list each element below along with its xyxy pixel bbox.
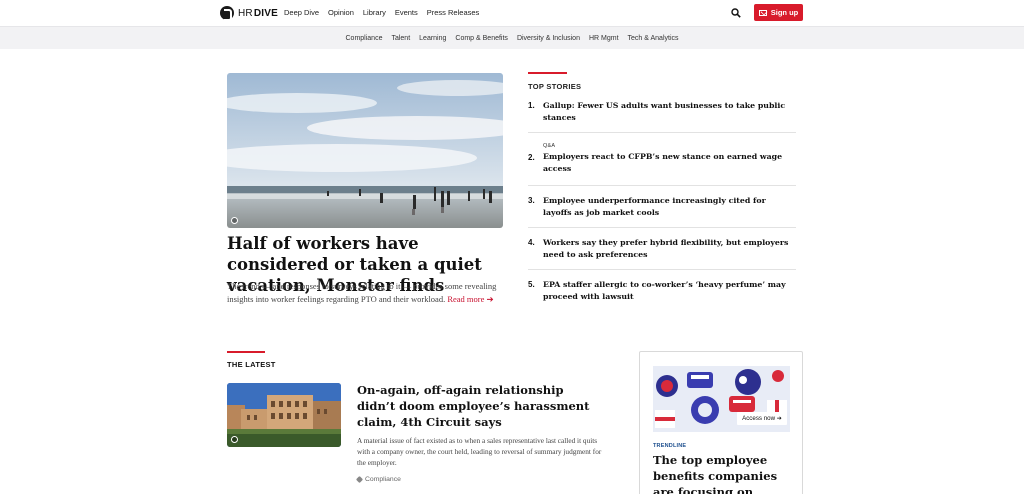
nav-library[interactable]: Library [363,8,386,17]
top-story-2[interactable]: Q&A 2. Employers react to CFPB’s new sta… [528,133,796,186]
top-story-title[interactable]: Workers say they prefer hybrid flexibili… [543,237,796,261]
top-story-number: 1. [528,101,535,110]
trendline-card[interactable]: Access now ➔ TRENDLINE The top employee … [639,351,803,494]
top-story-title[interactable]: EPA staffer allergic to co-worker’s ‘hea… [543,279,796,303]
signup-label: Sign up [770,8,799,17]
latest-heading: THE LATEST [227,360,276,369]
nav-press-releases[interactable]: Press Releases [427,8,480,17]
signup-button[interactable]: Sign up [754,4,803,21]
top-story-title[interactable]: Gallup: Fewer US adults want businesses … [543,100,796,124]
latest-article-image[interactable] [227,383,341,447]
courthouse-photo [227,383,341,447]
top-story-number: 5. [528,280,535,289]
latest-article-tag[interactable]: Compliance [355,475,401,484]
nav-opinion[interactable]: Opinion [328,8,354,17]
topic-compliance[interactable]: Compliance [346,35,383,42]
info-icon[interactable] [231,436,238,443]
search-icon[interactable] [731,8,741,18]
trendline-title[interactable]: The top employee benefits companies are … [653,452,798,494]
top-story-3[interactable]: 3. Employee underperformance increasingl… [528,186,796,228]
hrdive-logo[interactable]: HR DIVE [220,5,278,21]
nav-events[interactable]: Events [395,8,418,17]
topic-tech-analytics[interactable]: Tech & Analytics [628,35,679,42]
trendline-image[interactable]: Access now ➔ [653,366,790,432]
tag-icon [355,475,364,484]
latest-article-description: A material issue of fact existed as to w… [357,436,602,467]
top-story-number: 3. [528,196,535,205]
top-story-1[interactable]: 1. Gallup: Fewer US adults want business… [528,98,796,133]
top-story-number: 4. [528,238,535,247]
tag-label: Compliance [365,476,401,483]
top-story-title[interactable]: Employee underperformance increasingly c… [543,195,796,219]
hero-description: The trend — and responses to surveys rel… [227,280,497,306]
logo-text: HR DIVE [238,8,278,19]
top-story-4[interactable]: 4. Workers say they prefer hybrid flexib… [528,228,796,270]
nav-deep-dive[interactable]: Deep Dive [284,8,319,17]
top-stories-heading: TOP STORIES [528,82,582,91]
topic-diversity-inclusion[interactable]: Diversity & Inclusion [517,35,580,42]
site-header: HR DIVE Deep Dive Opinion Library Events… [0,0,1024,26]
top-stories-accent-bar [528,72,567,74]
access-now-button[interactable]: Access now ➔ [737,412,787,425]
topic-nav: Compliance Talent Learning Comp & Benefi… [0,26,1024,49]
beach-photo [227,73,503,228]
top-story-number: 2. [528,153,535,162]
top-story-kicker: Q&A [543,143,556,149]
main-nav: Deep Dive Opinion Library Events Press R… [284,8,479,17]
logo-hr-text: HR [238,7,253,19]
top-stories-list: 1. Gallup: Fewer US adults want business… [528,98,796,311]
envelope-icon [758,9,767,16]
logo-dive-text: DIVE [253,7,278,19]
top-story-5[interactable]: 5. EPA staffer allergic to co-worker’s ‘… [528,270,796,311]
read-more-link[interactable]: Read more ➔ [447,294,493,304]
info-icon[interactable] [231,217,238,224]
topic-comp-benefits[interactable]: Comp & Benefits [455,35,508,42]
latest-accent-bar [227,351,265,353]
topic-talent[interactable]: Talent [391,35,410,42]
logo-mark-icon [220,6,234,21]
trendline-kicker: TRENDLINE [653,443,687,449]
top-story-title[interactable]: Employers react to CFPB’s new stance on … [543,151,796,175]
topic-learning[interactable]: Learning [419,35,446,42]
topic-hr-mgmt[interactable]: HR Mgmt [589,35,619,42]
latest-article-title[interactable]: On-again, off-again relationship didn’t … [357,382,597,430]
hero-image[interactable] [227,73,503,228]
